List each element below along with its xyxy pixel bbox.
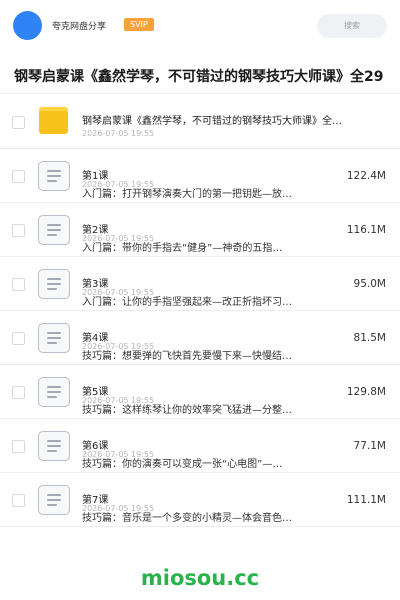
folder-name: 钢琴启蒙课《鑫然学琴，不可错过的钢琴技巧大师课》全… (82, 116, 342, 127)
header: 夸克网盘分享 SVIP 搜索 (0, 0, 400, 54)
document-icon (38, 431, 70, 461)
file-size: 111.1M (346, 494, 386, 506)
file-size: 122.4M (346, 170, 386, 182)
file-description: 技巧篇：音乐是一个多变的小精灵—体会音色… (82, 513, 292, 524)
file-size: 116.1M (346, 224, 386, 236)
file-row[interactable]: 第6课 2026-07-05 19:55 技巧篇：你的演奏可以变成一张“心电图”… (0, 419, 400, 473)
file-size: 81.5M (353, 332, 386, 344)
file-description: 技巧篇：这样练琴让你的效率突飞猛进—分整… (82, 405, 292, 416)
file-checkbox[interactable] (12, 224, 25, 237)
file-checkbox[interactable] (12, 170, 25, 183)
document-icon (38, 215, 70, 245)
file-description: 入门篇：打开钢琴演奏大门的第一把钥匙—放… (82, 189, 292, 200)
file-checkbox[interactable] (12, 332, 25, 345)
file-description: 入门篇：让你的手指坚强起来—改正折指坏习… (82, 297, 292, 308)
folder-row[interactable]: 钢琴启蒙课《鑫然学琴，不可错过的钢琴技巧大师课》全… 2026-07-05 19… (0, 94, 400, 149)
avatar[interactable] (13, 11, 42, 40)
watermark: miosou.cc (140, 566, 260, 590)
document-icon (38, 323, 70, 353)
document-icon (38, 377, 70, 407)
file-size: 129.8M (346, 386, 386, 398)
file-description: 技巧篇：你的演奏可以变成一张“心电图”—… (82, 459, 283, 470)
file-size: 77.1M (353, 440, 386, 452)
file-row[interactable]: 第2课 2026-07-05 19:55 入门篇：带你的手指去“健身”—神奇的五… (0, 203, 400, 257)
file-row[interactable]: 第1课 2026-07-05 19:55 入门篇：打开钢琴演奏大门的第一把钥匙—… (0, 149, 400, 203)
file-row[interactable]: 第7课 2026-07-05 19:55 技巧篇：音乐是一个多变的小精灵—体会音… (0, 473, 400, 527)
file-description: 技巧篇：想要弹的飞快首先要慢下来—快慢结… (82, 351, 292, 362)
file-row[interactable]: 第5课 2026-07-05 19:55 技巧篇：这样练琴让你的效率突飞猛进—分… (0, 365, 400, 419)
title-bar: 钢琴启蒙课《鑫然学琴，不可错过的钢琴技巧大师课》全29 (0, 54, 400, 94)
page-title: 钢琴启蒙课《鑫然学琴，不可错过的钢琴技巧大师课》全29 (14, 69, 384, 85)
file-row[interactable]: 第3课 2026-07-05 19:55 入门篇：让你的手指坚强起来—改正折指坏… (0, 257, 400, 311)
document-icon (38, 485, 70, 515)
file-checkbox[interactable] (12, 386, 25, 399)
site-name: 夸克网盘分享 (52, 22, 107, 32)
file-checkbox[interactable] (12, 278, 25, 291)
file-description: 入门篇：带你的手指去“健身”—神奇的五指… (82, 243, 283, 254)
svip-badge: SVIP (124, 18, 154, 31)
file-size: 95.0M (353, 278, 386, 290)
document-icon (38, 269, 70, 299)
folder-icon (39, 107, 68, 134)
search-button[interactable]: 搜索 (317, 14, 387, 38)
folder-checkbox[interactable] (12, 116, 25, 129)
file-checkbox[interactable] (12, 440, 25, 453)
document-icon (38, 161, 70, 191)
folder-date: 2026-07-05 19:55 (82, 129, 155, 138)
file-checkbox[interactable] (12, 494, 25, 507)
file-row[interactable]: 第4课 2026-07-05 19:55 技巧篇：想要弹的飞快首先要慢下来—快慢… (0, 311, 400, 365)
